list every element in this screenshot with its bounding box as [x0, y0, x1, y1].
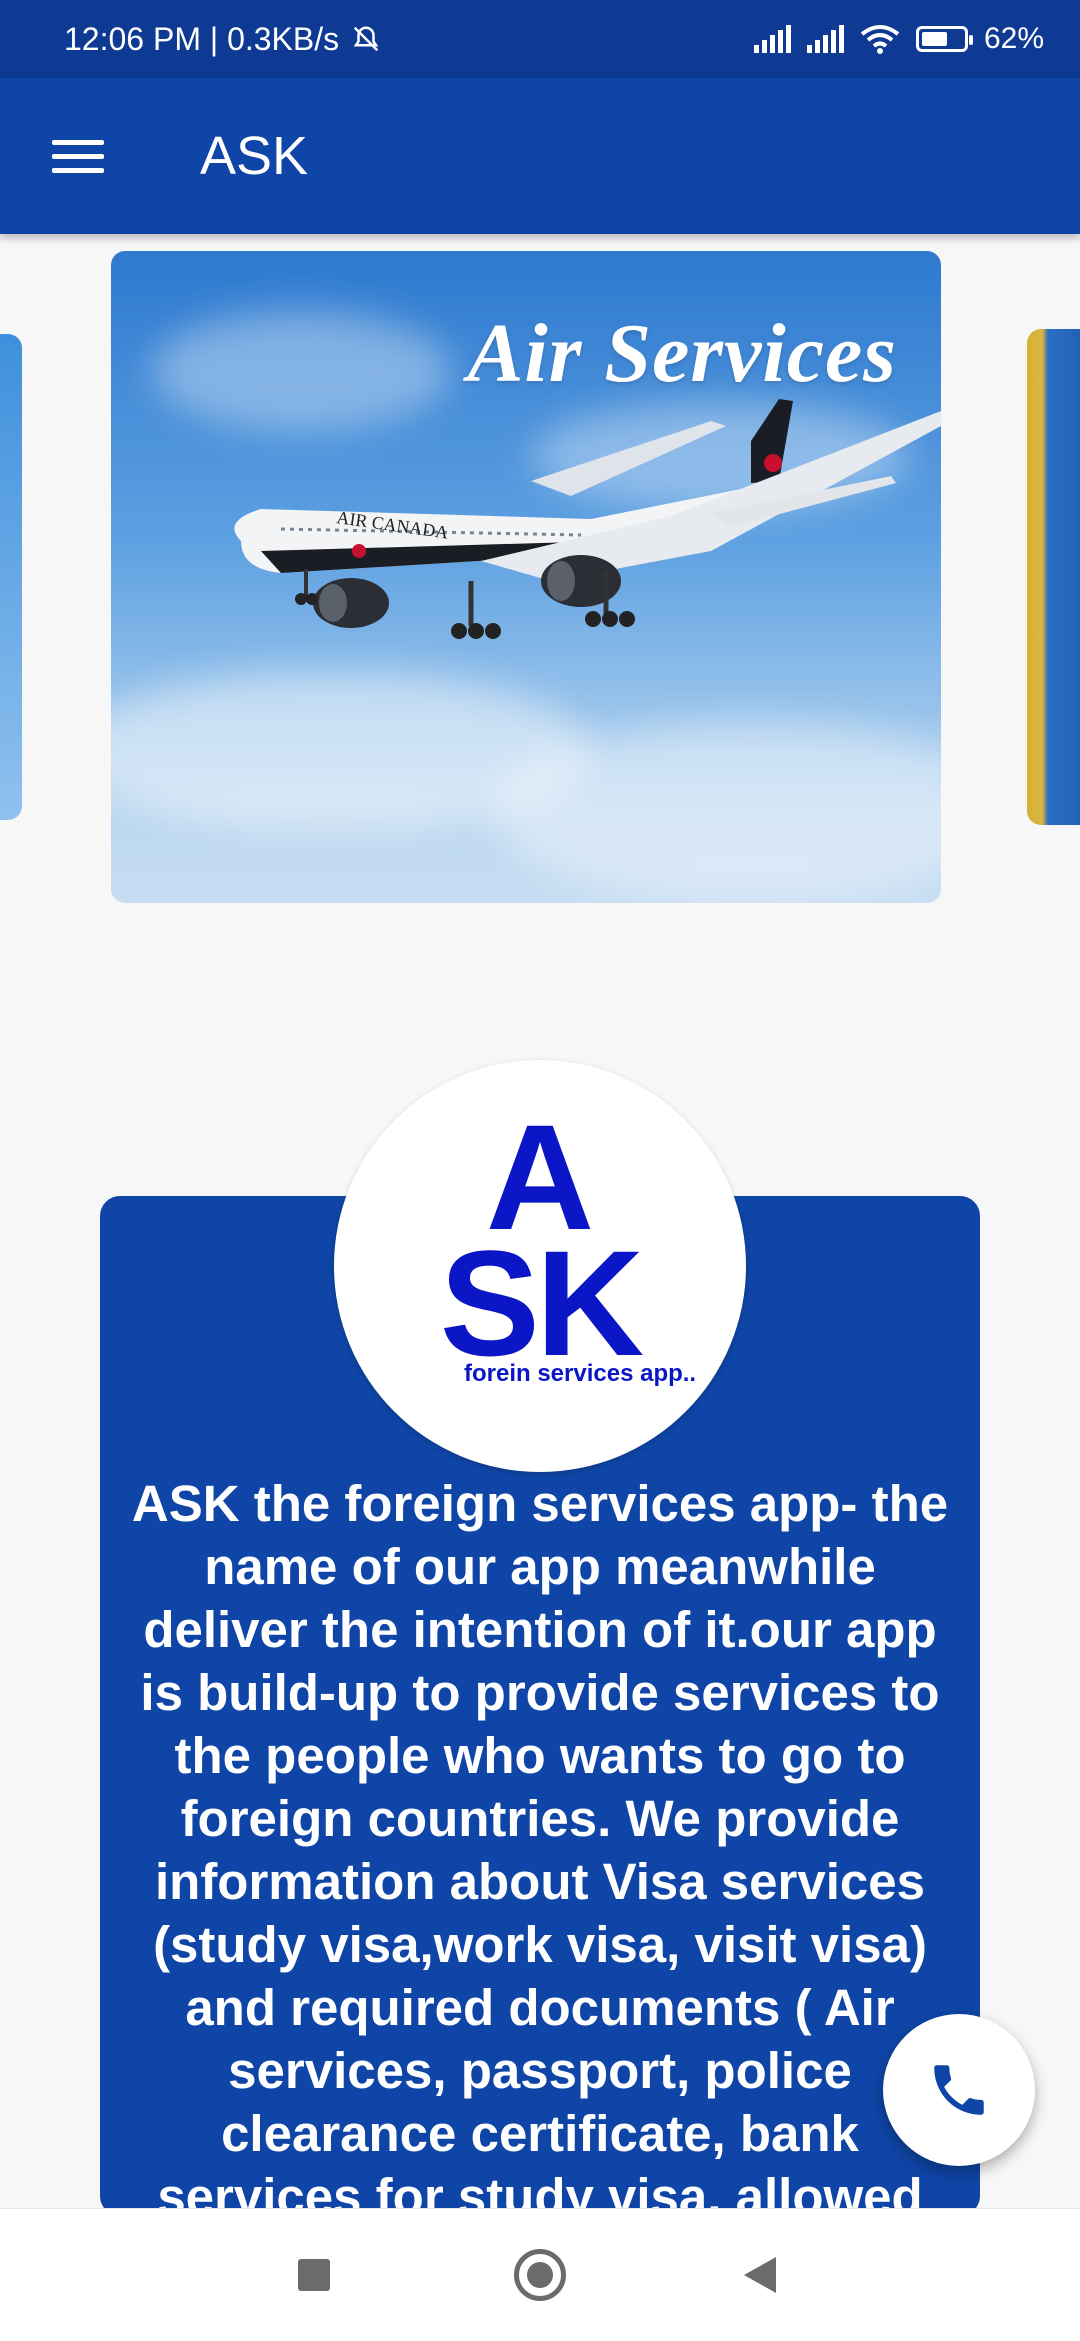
system-navigation-bar: [0, 2208, 1080, 2341]
carousel-slide-next[interactable]: [1027, 329, 1080, 825]
back-triangle-icon[interactable]: [744, 2257, 776, 2293]
phone-icon: [934, 2065, 984, 2115]
home-circle-icon[interactable]: [514, 2249, 566, 2301]
status-time-speed: 12:06 PM | 0.3KB/s: [64, 20, 340, 57]
signal-icon-1: [753, 25, 791, 53]
status-right: 62%: [753, 22, 1044, 56]
about-text: ASK the foreign services app- the name o…: [131, 1475, 949, 2212]
carousel-slide-previous[interactable]: [0, 334, 22, 820]
logo-tagline: forein services app..: [464, 1360, 697, 1387]
ask-logo: A SK forein services app..: [334, 1060, 746, 1472]
battery-percent: 62%: [983, 22, 1044, 55]
logo-letters-sk: SK: [439, 1219, 644, 1387]
wifi-icon: [860, 25, 900, 54]
signal-icon-2: [806, 25, 844, 53]
carousel-slide-air-services[interactable]: Air Services AIR CANADA: [111, 251, 941, 903]
image-carousel[interactable]: Air Services AIR CANADA: [0, 234, 1080, 934]
battery-icon: [915, 26, 973, 52]
status-bar: 12:06 PM | 0.3KB/s 62%: [0, 0, 1080, 78]
recents-square-icon[interactable]: [298, 2259, 330, 2291]
call-button[interactable]: [883, 2014, 1035, 2166]
silent-bell-icon: [353, 26, 379, 52]
status-left: 12:06 PM | 0.3KB/s: [64, 21, 381, 58]
app-bar: ASK: [0, 78, 1080, 234]
airplane-image: AIR CANADA: [234, 399, 941, 639]
hamburger-menu-icon[interactable]: [52, 139, 104, 173]
app-title: ASK: [200, 126, 309, 186]
